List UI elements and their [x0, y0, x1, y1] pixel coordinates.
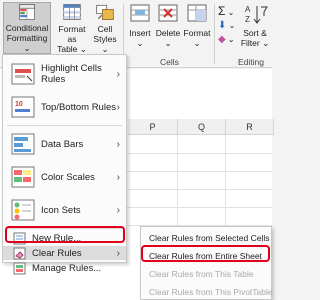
delete-button[interactable]: Delete ⌄ [154, 2, 182, 54]
submenu-item-clear-selected-cells[interactable]: Clear Rules from Selected Cells [149, 233, 269, 243]
sort-filter-label-1: Sort & [243, 28, 267, 38]
column-header[interactable]: R [226, 119, 274, 135]
submenu-chevron-icon: › [116, 247, 120, 259]
group-separator [214, 4, 215, 64]
delete-cells-icon [158, 4, 178, 22]
submenu-chevron-icon: › [116, 171, 120, 183]
delete-label: Delete ⌄ [155, 28, 181, 48]
format-as-table-icon [63, 4, 81, 20]
autosum-button[interactable]: Σ ⌄ [218, 4, 234, 18]
menu-item-icon-sets[interactable]: Icon Sets › [3, 195, 126, 225]
submenu-chevron-icon: › [116, 101, 120, 113]
format-as-table-button[interactable]: Format as Table ⌄ [55, 2, 89, 54]
column-header[interactable]: Q [178, 119, 226, 135]
clear-rules-icon [13, 247, 26, 259]
cell-styles-label-1: Cell [97, 24, 113, 34]
submenu-chevron-icon: › [116, 68, 120, 80]
sort-filter-button[interactable]: A Z Sort & Filter ⌄ [238, 2, 272, 54]
data-bars-icon [11, 133, 35, 155]
insert-button[interactable]: Insert ⌄ [126, 2, 154, 54]
format-as-table-label-1: Format as [58, 24, 86, 44]
clear-rules-submenu: Clear Rules from Selected Cells Clear Ru… [140, 226, 273, 300]
fill-button[interactable]: ⬇ ⌄ [218, 20, 235, 31]
submenu-chevron-icon: › [116, 204, 120, 216]
insert-cells-icon [130, 4, 150, 22]
svg-text:10: 10 [15, 101, 23, 108]
svg-text:A: A [245, 5, 251, 14]
icon-sets-icon [11, 199, 35, 221]
conditional-formatting-label-1: Conditional [5, 23, 49, 33]
color-scales-icon [11, 166, 35, 188]
submenu-item-clear-this-pivottable: Clear Rules from This PivotTable [149, 287, 273, 297]
eraser-icon: ◆ [218, 34, 226, 45]
cells-group-label: Cells [160, 57, 179, 67]
conditional-formatting-button[interactable]: Conditional Formatting ⌄ [3, 2, 51, 54]
svg-text:Z: Z [245, 15, 250, 24]
manage-rules-icon [13, 262, 26, 274]
format-label: Format ⌄ [183, 28, 211, 48]
menu-item-highlight-cells-rules[interactable]: Highlight Cells Rules › [3, 59, 126, 89]
format-button[interactable]: Format ⌄ [182, 2, 212, 54]
cell-styles-button[interactable]: Cell Styles ⌄ [90, 2, 120, 54]
sort-filter-label-2: Filter ⌄ [240, 38, 270, 48]
format-cells-icon [187, 4, 207, 22]
top-bottom-icon: 10 [11, 96, 35, 118]
menu-item-data-bars[interactable]: Data Bars › [3, 129, 126, 159]
menu-item-clear-rules[interactable]: Clear Rules › [3, 246, 126, 260]
conditional-formatting-label-2: Formatting ⌄ [6, 33, 48, 53]
sort-filter-icon: A Z [245, 5, 268, 24]
submenu-item-clear-this-table: Clear Rules from This Table [149, 269, 254, 279]
submenu-chevron-icon: › [116, 138, 120, 150]
cell-styles-label-2: Styles ⌄ [93, 34, 117, 54]
insert-label: Insert ⌄ [129, 28, 151, 48]
clear-button[interactable]: ◆ ⌄ [218, 34, 235, 45]
clear-rules-highlight [5, 226, 125, 243]
menu-item-top-bottom-rules[interactable]: 10 Top/Bottom Rules › [3, 92, 126, 122]
highlight-cells-icon [11, 63, 35, 85]
entire-sheet-highlight [141, 245, 270, 262]
format-as-table-label-2: Table ⌄ [57, 44, 87, 54]
conditional-formatting-icon [19, 4, 35, 20]
menu-item-manage-rules[interactable]: Manage Rules... [3, 261, 126, 275]
column-header[interactable]: P [128, 119, 178, 135]
cell-styles-icon [96, 4, 114, 20]
editing-group-label: Editing [238, 57, 264, 67]
menu-item-color-scales[interactable]: Color Scales › [3, 162, 126, 192]
